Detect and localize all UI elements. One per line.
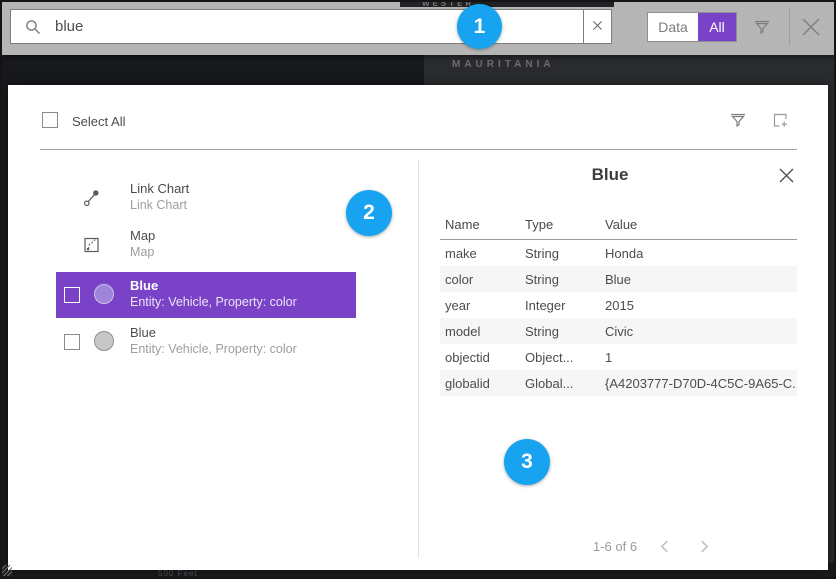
table-row: color String Blue xyxy=(440,266,797,292)
select-all-checkbox[interactable] xyxy=(42,112,58,128)
filter-icon[interactable] xyxy=(752,17,772,37)
cell-name: year xyxy=(440,298,520,313)
col-header-name: Name xyxy=(440,217,520,232)
cell-type: Global... xyxy=(520,376,600,391)
cell-value: 1 xyxy=(600,350,797,365)
cell-type: String xyxy=(520,324,600,339)
panel-vertical-divider xyxy=(418,160,419,558)
col-header-value: Value xyxy=(600,217,797,232)
result-checkbox[interactable] xyxy=(64,287,80,303)
callout-badge-3: 3 xyxy=(504,439,550,485)
scope-toggle: Data All xyxy=(647,12,737,42)
entity-circle-icon xyxy=(94,284,114,304)
result-title: Map xyxy=(130,228,155,243)
callout-badge-1: 1 xyxy=(457,4,502,49)
result-item-blue[interactable]: Blue Entity: Vehicle, Property: color xyxy=(56,319,356,365)
cell-value: Honda xyxy=(600,246,797,261)
cell-name: color xyxy=(440,272,520,287)
result-item-link-chart[interactable]: Link Chart Link Chart xyxy=(56,175,356,222)
close-search-icon[interactable] xyxy=(797,13,825,41)
cell-type: String xyxy=(520,272,600,287)
map-icon xyxy=(82,235,102,255)
select-all-label: Select All xyxy=(72,114,125,129)
cell-type: Object... xyxy=(520,350,600,365)
cell-value: Civic xyxy=(600,324,797,339)
entity-circle-icon xyxy=(94,331,114,351)
detail-close-icon[interactable] xyxy=(778,167,795,184)
cell-name: model xyxy=(440,324,520,339)
col-header-type: Type xyxy=(520,217,600,232)
map-scale-label: 500 Feet xyxy=(158,569,198,578)
result-title: Blue xyxy=(130,278,158,293)
detail-title: Blue xyxy=(440,165,780,185)
result-item-map[interactable]: Map Map xyxy=(56,222,356,269)
next-page-button[interactable] xyxy=(691,537,717,555)
attribute-table: Name Type Value make String Honda color … xyxy=(440,210,797,396)
cell-name: globalid xyxy=(440,376,520,391)
result-title: Blue xyxy=(130,325,156,340)
cell-value: 2015 xyxy=(600,298,797,313)
scope-data-button[interactable]: Data xyxy=(648,13,698,41)
table-row: year Integer 2015 xyxy=(440,292,797,318)
cell-name: make xyxy=(440,246,520,261)
clear-x-icon xyxy=(592,18,603,36)
result-item-blue-selected[interactable]: Blue Entity: Vehicle, Property: color xyxy=(56,272,356,318)
result-subtitle: Entity: Vehicle, Property: color xyxy=(130,295,297,309)
table-row: make String Honda xyxy=(440,240,797,266)
map-label-western-sahara: WESTER xyxy=(400,0,614,7)
scope-all-button[interactable]: All xyxy=(698,13,736,41)
result-checkbox[interactable] xyxy=(64,334,80,350)
result-title: Link Chart xyxy=(130,181,189,196)
result-subtitle: Link Chart xyxy=(130,198,187,212)
search-results-panel: Select All Link Chart Link Chart xyxy=(8,85,828,570)
attribute-table-header: Name Type Value xyxy=(440,210,797,240)
results-filter-icon[interactable] xyxy=(728,110,748,130)
cell-type: String xyxy=(520,246,600,261)
table-row: globalid Global... {A4203777-D70D-4C5C-9… xyxy=(440,370,797,396)
cell-value: Blue xyxy=(600,272,797,287)
previous-page-button[interactable] xyxy=(651,537,677,555)
callout-badge-2: 2 xyxy=(346,190,392,236)
result-subtitle: Map xyxy=(130,245,154,259)
pagination: 1-6 of 6 xyxy=(593,537,717,555)
cell-name: objectid xyxy=(440,350,520,365)
result-subtitle: Entity: Vehicle, Property: color xyxy=(130,342,297,356)
toolbar-divider xyxy=(789,9,790,46)
panel-resize-handle[interactable] xyxy=(1,565,12,576)
map-label-mauritania: MAURITANIA xyxy=(452,59,555,70)
cell-value: {A4203777-D70D-4C5C-9A65-C... xyxy=(600,376,797,391)
table-row: objectid Object... 1 xyxy=(440,344,797,370)
add-to-window-icon[interactable] xyxy=(770,110,790,130)
clear-search-button[interactable] xyxy=(583,10,611,43)
cell-type: Integer xyxy=(520,298,600,313)
table-row: model String Civic xyxy=(440,318,797,344)
page-range-label: 1-6 of 6 xyxy=(593,539,637,554)
panel-header-divider xyxy=(40,149,797,150)
search-icon xyxy=(25,19,41,35)
search-toolbar: WESTER Data All xyxy=(0,0,836,55)
link-chart-icon xyxy=(82,188,102,208)
search-box[interactable] xyxy=(10,9,612,44)
